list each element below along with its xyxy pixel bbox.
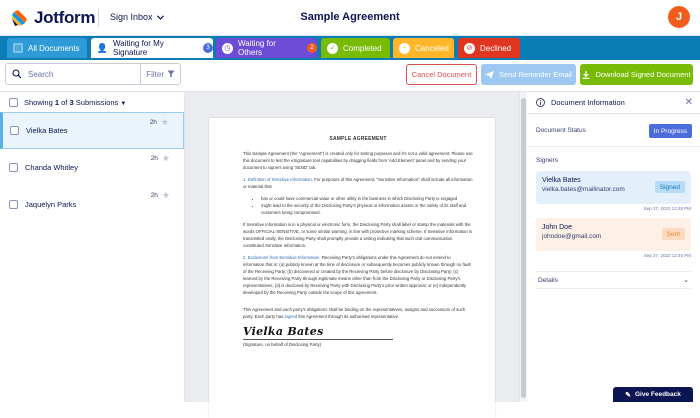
feedback-icon: ✎ bbox=[625, 391, 631, 399]
feedback-label: Give Feedback bbox=[634, 391, 681, 398]
tab-label: Declined bbox=[480, 43, 512, 53]
send-reminder-label: Send Reminder Email bbox=[499, 70, 572, 79]
document-title: Sample Agreement bbox=[300, 11, 400, 23]
signer-name: Chanda Whitley bbox=[25, 163, 78, 172]
top-bar: Jotform Sign Inbox Sample Agreement J bbox=[0, 0, 700, 36]
search-box: Filter bbox=[5, 63, 181, 85]
document-heading: SAMPLE AGREEMENT bbox=[329, 136, 387, 142]
tab-waiting-for-others[interactable]: ◷ Waiting for Others 2 bbox=[216, 38, 317, 58]
panel-title: Document Information bbox=[551, 98, 625, 107]
signer-timestamp: Sep 27, 2022 12:45 PM bbox=[643, 206, 691, 211]
tab-canceled[interactable]: − Canceled bbox=[393, 38, 454, 58]
filter-label: Filter bbox=[146, 69, 164, 79]
item-age: 2h bbox=[149, 119, 157, 126]
item-age: 2h bbox=[150, 192, 158, 199]
document-viewer: SAMPLE AGREEMENT This Sample Agreement (… bbox=[185, 92, 519, 418]
star-icon[interactable]: ★ bbox=[162, 153, 170, 164]
panel-header: Document Information ✕ bbox=[527, 92, 700, 114]
showing-header: Showing 1 of 3 Submissions ▼ bbox=[0, 92, 184, 112]
signer-name: Vielka Bates bbox=[26, 126, 68, 135]
document-information-panel: Document Information ✕ Document Status I… bbox=[527, 92, 700, 402]
viewer-scrollbar[interactable] bbox=[519, 92, 527, 402]
signer-status-badge: Signed bbox=[654, 181, 685, 193]
info-icon bbox=[536, 98, 545, 107]
showing-text[interactable]: Showing 1 of 3 Submissions ▼ bbox=[24, 98, 126, 107]
row-checkbox[interactable] bbox=[10, 126, 19, 135]
signer-card[interactable]: John Doe johndoe@gmail.com Sent bbox=[536, 218, 691, 251]
clock-icon: ◷ bbox=[222, 42, 233, 54]
binding-paragraph: This Agreement and each party's obligati… bbox=[243, 307, 466, 319]
filter-icon bbox=[167, 70, 175, 78]
document-status-row: Document Status In Progress bbox=[527, 114, 700, 147]
status-tabs: ▤ All Documents 👤 Waiting for My Signatu… bbox=[0, 36, 700, 60]
signer-timestamp: Sep 27, 2022 12:45 PM bbox=[643, 253, 691, 258]
tab-label: Waiting for Others bbox=[237, 39, 276, 57]
details-label: Details bbox=[538, 276, 558, 284]
star-icon[interactable]: ★ bbox=[161, 117, 169, 128]
user-icon: 👤 bbox=[96, 42, 109, 53]
paper-plane-icon bbox=[485, 70, 495, 79]
user-avatar[interactable]: J bbox=[668, 6, 690, 28]
tab-label: Canceled bbox=[415, 43, 449, 53]
ban-icon: ⊘ bbox=[464, 42, 475, 54]
row-checkbox[interactable] bbox=[9, 163, 18, 172]
select-all-checkbox[interactable] bbox=[9, 97, 18, 107]
chevron-down-icon: ⌄ bbox=[683, 277, 689, 284]
caret-down-icon: ▼ bbox=[120, 100, 127, 107]
minus-circle-icon: − bbox=[399, 42, 410, 54]
tab-label: Completed bbox=[343, 43, 382, 53]
list-item[interactable]: Vielka Bates 2h ★ bbox=[0, 112, 184, 149]
filter-button[interactable]: Filter bbox=[140, 64, 180, 84]
section-1: 1. Definition of Sensitive Information. … bbox=[243, 177, 473, 189]
tab-all-documents[interactable]: ▤ All Documents bbox=[7, 38, 87, 58]
signature-caption: (Signature, on behalf of Disclosing Part… bbox=[243, 339, 393, 347]
list-item[interactable]: Chanda Whitley 2h ★ bbox=[0, 149, 184, 186]
tab-declined[interactable]: ⊘ Declined bbox=[458, 38, 520, 58]
tab-count-badge: 3 bbox=[203, 43, 213, 53]
signers-label: Signers bbox=[536, 157, 559, 164]
item-age: 2h bbox=[150, 155, 158, 162]
tab-label: All Documents bbox=[28, 43, 80, 53]
give-feedback-button[interactable]: ✎ Give Feedback bbox=[613, 387, 693, 402]
close-icon[interactable]: ✕ bbox=[685, 97, 693, 108]
signer-name: Jaquelyn Parks bbox=[25, 200, 77, 209]
download-icon bbox=[582, 70, 590, 79]
scrollbar-thumb[interactable] bbox=[521, 98, 526, 398]
documents-icon: ▤ bbox=[13, 43, 23, 53]
signer-card[interactable]: Vielka Bates vielka.bates@mailinator.com… bbox=[536, 171, 691, 204]
submission-list: Showing 1 of 3 Submissions ▼ Vielka Bate… bbox=[0, 92, 185, 402]
signature-field[interactable]: Vielka Bates bbox=[243, 325, 473, 338]
download-signed-document-button[interactable]: Download Signed Document bbox=[580, 64, 693, 85]
search-input[interactable] bbox=[28, 69, 138, 79]
document-page: SAMPLE AGREEMENT This Sample Agreement (… bbox=[209, 118, 495, 418]
tab-label: Waiting for My Signature bbox=[113, 39, 164, 57]
details-accordion[interactable]: Details ⌄ bbox=[536, 271, 691, 289]
tab-completed[interactable]: ✓ Completed bbox=[321, 38, 390, 58]
star-icon[interactable]: ★ bbox=[162, 190, 170, 201]
tab-waiting-for-my-signature[interactable]: 👤 Waiting for My Signature 3 bbox=[91, 38, 213, 58]
tab-count-badge: 2 bbox=[307, 43, 317, 53]
document-intro: This Sample Agreement (the "Agreement") … bbox=[243, 151, 473, 170]
send-reminder-button[interactable]: Send Reminder Email bbox=[481, 64, 576, 85]
cancel-document-button[interactable]: Cancel Document bbox=[406, 64, 477, 85]
row-checkbox[interactable] bbox=[9, 200, 18, 209]
section-1-bullets: has or could have commercial value or ot… bbox=[261, 195, 473, 216]
status-badge: In Progress bbox=[648, 124, 692, 138]
signer-status-badge: Sent bbox=[661, 228, 685, 240]
section-1-paragraph: If Sensitive Information is in a physica… bbox=[243, 222, 473, 248]
download-label: Download Signed Document bbox=[595, 70, 691, 79]
check-circle-icon: ✓ bbox=[327, 42, 338, 54]
toolbar: Filter Cancel Document Send Reminder Ema… bbox=[0, 60, 700, 92]
search-icon bbox=[12, 69, 22, 79]
list-item[interactable]: Jaquelyn Parks 2h ★ bbox=[0, 186, 184, 223]
document-status-label: Document Status bbox=[536, 126, 586, 134]
section-2: 2. Exclusions from Sensitive Information… bbox=[243, 255, 471, 295]
